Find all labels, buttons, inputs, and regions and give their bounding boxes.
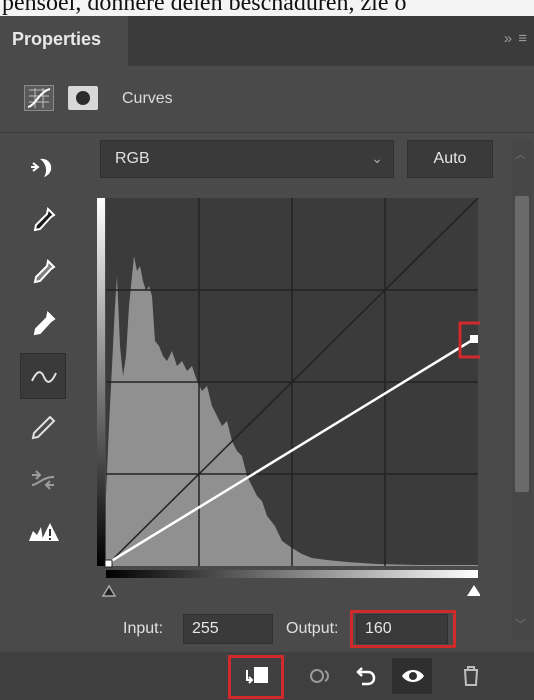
auto-button[interactable]: Auto xyxy=(407,140,493,178)
scroll-up-icon[interactable]: ︿ xyxy=(515,146,526,162)
panel-bottom-bar xyxy=(0,652,534,700)
output-label: Output: xyxy=(286,620,339,637)
curves-graph[interactable] xyxy=(97,196,480,599)
scroll-thumb[interactable] xyxy=(515,196,529,492)
input-label: Input: xyxy=(123,620,164,637)
visibility-icon[interactable] xyxy=(392,658,432,694)
layer-mask-icon[interactable] xyxy=(68,86,98,110)
channel-dropdown[interactable]: RGB ⌄ xyxy=(100,140,394,178)
black-point-handle[interactable] xyxy=(104,559,113,568)
pencil-icon[interactable] xyxy=(20,405,66,451)
black-point-eyedropper-icon[interactable] xyxy=(20,197,66,243)
white-point-handle[interactable] xyxy=(470,335,478,343)
clip-button-highlight xyxy=(228,655,284,699)
channel-value: RGB xyxy=(115,150,150,167)
black-input-slider-icon[interactable] xyxy=(101,584,117,597)
curve-point-icon[interactable] xyxy=(20,353,66,399)
view-previous-icon[interactable] xyxy=(300,658,340,694)
delete-icon[interactable] xyxy=(450,658,490,694)
panel-scrollbar[interactable]: ︿ ﹀ xyxy=(512,140,532,640)
panel-tab-bar: Properties » ≡ xyxy=(0,16,534,66)
gray-point-eyedropper-icon[interactable] xyxy=(20,249,66,295)
white-input-slider-icon[interactable] xyxy=(467,585,480,596)
output-gradient-bar xyxy=(97,198,105,566)
input-gradient-bar xyxy=(106,570,478,578)
input-field[interactable]: 255 xyxy=(183,614,273,644)
reset-icon[interactable] xyxy=(346,658,386,694)
curves-adjustment-icon[interactable] xyxy=(24,85,54,111)
output-highlight xyxy=(350,610,456,648)
adjustment-title: Curves xyxy=(122,90,173,107)
smooth-icon[interactable] xyxy=(20,457,66,503)
background-document-text: pensoel, donnere delen beschaduren, zie … xyxy=(0,0,534,16)
scroll-down-icon[interactable]: ﹀ xyxy=(515,616,526,632)
curve-target-icon[interactable] xyxy=(20,145,66,191)
white-point-eyedropper-icon[interactable] xyxy=(20,301,66,347)
adjustment-header: Curves xyxy=(0,66,534,133)
chevron-down-icon: ⌄ xyxy=(371,150,383,166)
curves-tool-column xyxy=(0,133,90,573)
tab-properties[interactable]: Properties xyxy=(0,16,128,66)
panel-menu-icon[interactable]: » ≡ xyxy=(504,30,528,47)
clipping-warning-icon[interactable] xyxy=(20,509,66,555)
